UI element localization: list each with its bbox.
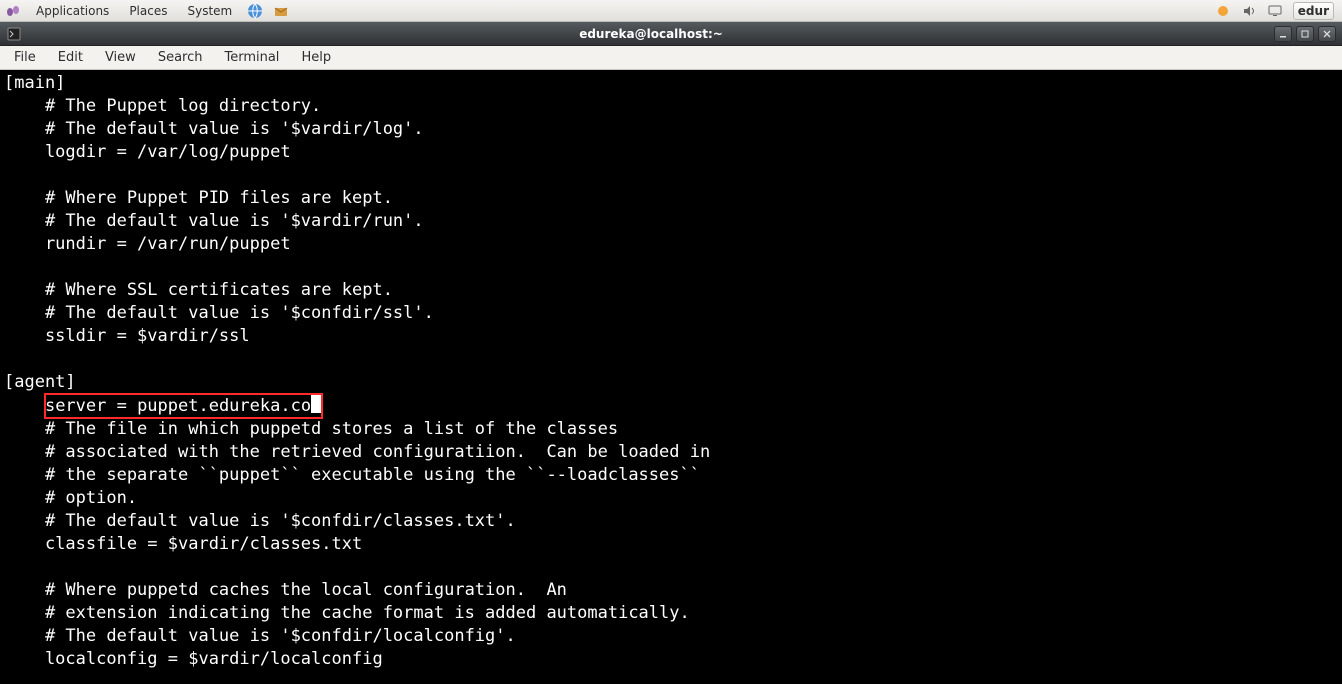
term-line: # The default value is '$vardir/log'. xyxy=(4,119,424,139)
term-line: # The Puppet log directory. xyxy=(4,96,321,116)
window-maximize-button[interactable] xyxy=(1296,26,1314,42)
term-line: # extension indicating the cache format … xyxy=(4,603,690,623)
term-line: rundir = /var/run/puppet xyxy=(4,234,291,254)
panel-menu-applications[interactable]: Applications xyxy=(30,0,115,22)
menu-file[interactable]: File xyxy=(4,48,46,67)
menu-edit[interactable]: Edit xyxy=(48,48,93,67)
window-titlebar[interactable]: edureka@localhost:~ xyxy=(0,22,1342,46)
term-line: ssldir = $vardir/ssl xyxy=(4,326,250,346)
menu-search[interactable]: Search xyxy=(148,48,213,67)
menu-help[interactable]: Help xyxy=(291,48,341,67)
term-line: # The file in which puppetd stores a lis… xyxy=(4,419,618,439)
gnome-top-panel: Applications Places System edur xyxy=(0,0,1342,22)
terminal-window: edureka@localhost:~ File Edit View Searc… xyxy=(0,22,1342,684)
term-line: # option. xyxy=(4,488,137,508)
terminal-viewport[interactable]: [main] # The Puppet log directory. # The… xyxy=(0,70,1342,684)
system-tray: edur xyxy=(1215,2,1338,20)
term-line: # associated with the retrieved configur… xyxy=(4,442,710,462)
term-line: # Where SSL certificates are kept. xyxy=(4,280,393,300)
terminal-app-icon xyxy=(6,26,22,42)
term-line: logdir = /var/log/puppet xyxy=(4,142,291,162)
text-cursor xyxy=(311,394,322,413)
menu-view[interactable]: View xyxy=(95,48,146,67)
term-line: # Where puppetd caches the local configu… xyxy=(4,580,567,600)
term-line: # The default value is '$confdir/ssl'. xyxy=(4,303,434,323)
globe-icon[interactable] xyxy=(246,2,264,20)
menu-terminal[interactable]: Terminal xyxy=(214,48,289,67)
weather-icon[interactable] xyxy=(1215,3,1231,19)
volume-icon[interactable] xyxy=(1241,3,1257,19)
term-line: # The default value is '$vardir/run'. xyxy=(4,211,424,231)
footprint-icon xyxy=(4,2,22,20)
user-menu[interactable]: edur xyxy=(1293,2,1334,20)
term-line: [main] xyxy=(4,73,65,93)
window-close-button[interactable] xyxy=(1318,26,1336,42)
panel-menu-system[interactable]: System xyxy=(181,0,238,22)
term-line: # The default value is '$confdir/localco… xyxy=(4,626,516,646)
display-icon[interactable] xyxy=(1267,3,1283,19)
terminal-menubar: File Edit View Search Terminal Help xyxy=(0,46,1342,70)
term-line: # Where Puppet PID files are kept. xyxy=(4,188,393,208)
term-line: # the separate ``puppet`` executable usi… xyxy=(4,465,700,485)
term-line: classfile = $vardir/classes.txt xyxy=(4,534,362,554)
term-line: # The default value is '$confdir/classes… xyxy=(4,511,516,531)
term-highlighted-text: server = puppet.edureka.co xyxy=(45,396,311,416)
term-line: [agent] xyxy=(4,372,76,392)
window-minimize-button[interactable] xyxy=(1274,26,1292,42)
highlighted-server-line: server = puppet.edureka.co xyxy=(45,394,322,418)
window-title: edureka@localhost:~ xyxy=(28,27,1274,41)
term-line: localconfig = $vardir/localconfig xyxy=(4,649,383,669)
term-line-indent xyxy=(4,396,45,416)
updates-icon[interactable] xyxy=(272,2,290,20)
panel-menu-places[interactable]: Places xyxy=(123,0,173,22)
